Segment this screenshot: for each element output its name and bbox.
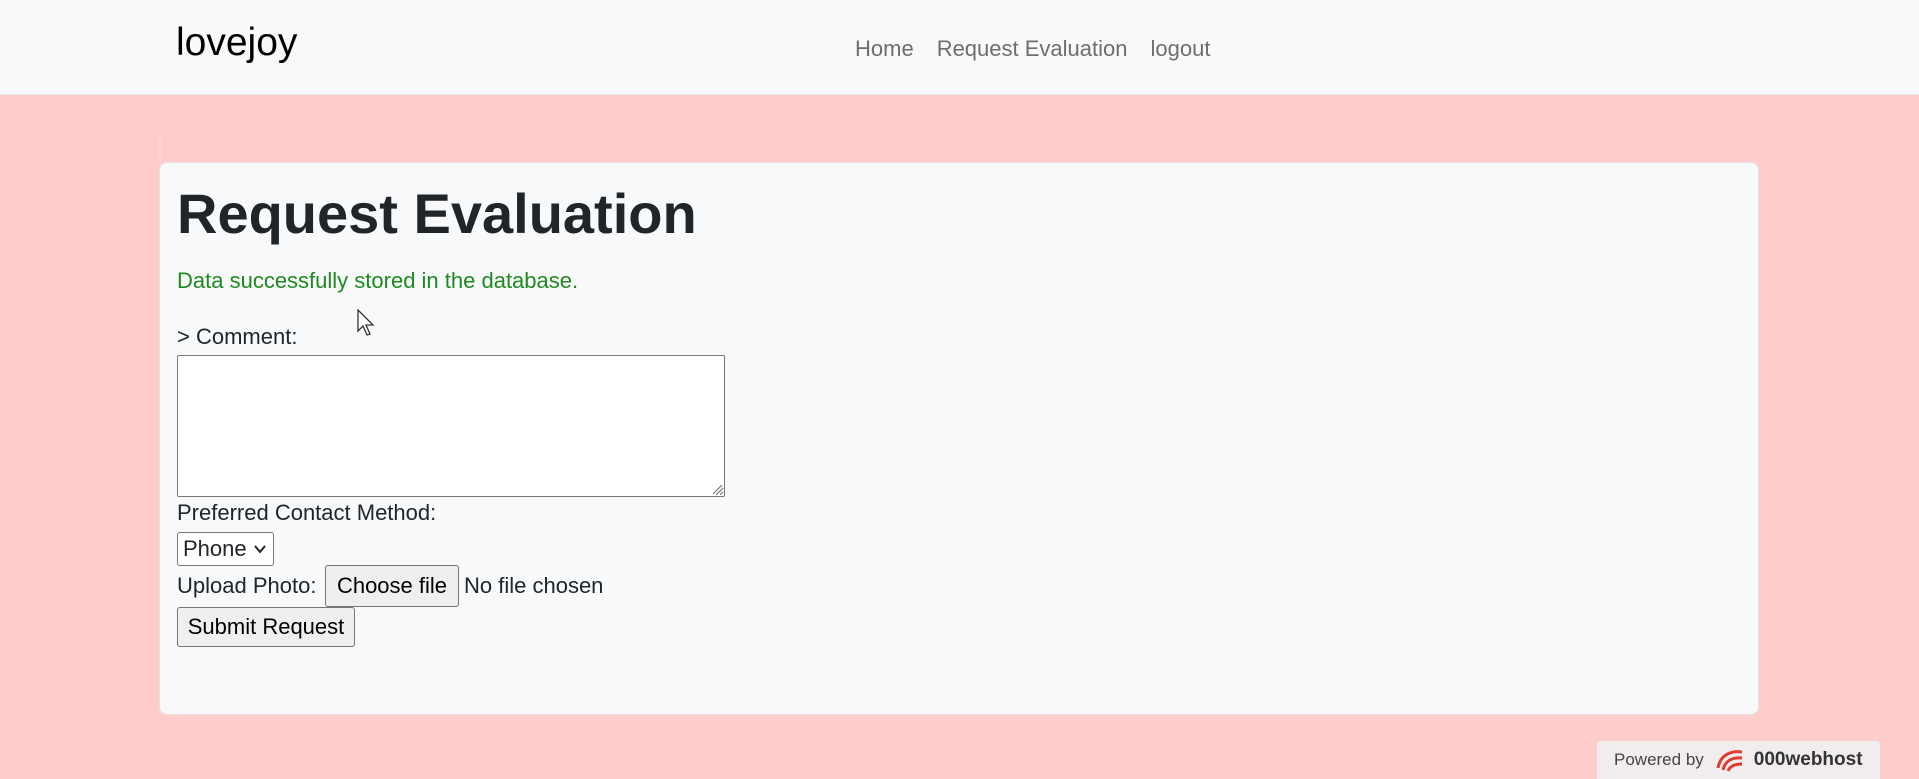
comment-label: > Comment: [177, 324, 298, 349]
contact-method-select[interactable]: Phone [177, 532, 274, 566]
powered-by-badge[interactable]: Powered by 000webhost [1597, 741, 1880, 779]
chevron-down-icon [254, 545, 266, 554]
comment-textarea[interactable] [177, 355, 725, 497]
page-title: Request Evaluation [177, 182, 697, 245]
host-name: 000webhost [1753, 749, 1863, 770]
submit-request-button[interactable]: Submit Request [177, 607, 355, 647]
request-evaluation-card: Request Evaluation Data successfully sto… [159, 162, 1759, 715]
contact-method-label: Preferred Contact Method: [177, 500, 437, 525]
nav-links: Home Request Evaluation logout [855, 34, 1210, 64]
upload-photo-label: Upload Photo: [177, 573, 317, 598]
mouse-pointer-icon [357, 309, 375, 336]
nav-link-home[interactable]: Home [855, 34, 914, 64]
brand-logo[interactable]: lovejoy [176, 18, 297, 68]
resize-grip-icon[interactable] [711, 483, 723, 495]
nav-link-logout[interactable]: logout [1150, 34, 1210, 64]
navbar: lovejoy Home Request Evaluation logout [0, 0, 1919, 95]
powered-by-text: Powered by [1614, 750, 1704, 769]
card-edge-divider [159, 135, 161, 162]
nav-link-request-evaluation[interactable]: Request Evaluation [937, 34, 1128, 64]
000webhost-logo-icon [1716, 750, 1743, 772]
choose-file-button[interactable]: Choose file [325, 565, 459, 607]
contact-method-selected-value: Phone [183, 536, 247, 561]
no-file-chosen-text: No file chosen [464, 573, 604, 598]
success-message: Data successfully stored in the database… [177, 268, 579, 293]
